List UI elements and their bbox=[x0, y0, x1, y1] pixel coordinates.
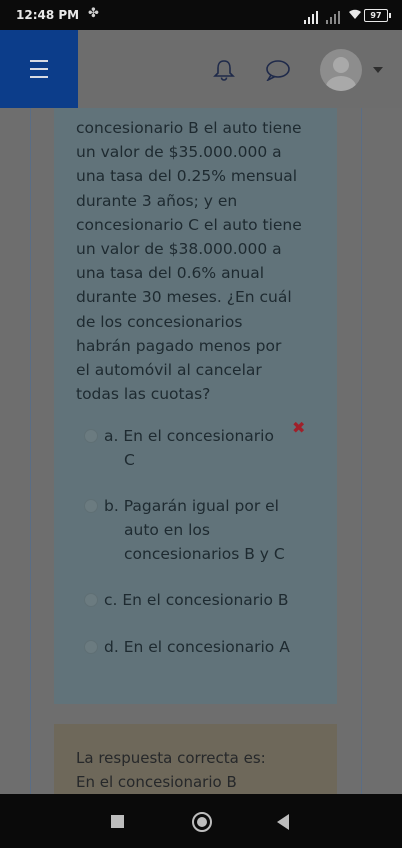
hamburger-icon bbox=[30, 57, 48, 81]
radio-option-d[interactable] bbox=[84, 640, 98, 654]
main-content: concesionario B el auto tiene un valor de… bbox=[0, 108, 402, 794]
wifi-icon bbox=[349, 9, 361, 19]
battery-icon: 97 bbox=[364, 9, 391, 22]
system-nav-bar bbox=[0, 794, 402, 848]
status-bar: 12:48 PM ✤ 97 bbox=[0, 0, 402, 30]
triangle-back-icon[interactable] bbox=[277, 814, 289, 830]
correct-answer-label: La respuesta correcta es: bbox=[76, 749, 266, 767]
question-line: de los concesionarios bbox=[76, 312, 243, 331]
question-line: habrán pagado menos por bbox=[76, 336, 282, 355]
app-header bbox=[0, 30, 402, 108]
feedback-panel: La respuesta correcta es: En el concesio… bbox=[54, 724, 337, 794]
question-text: concesionario B el auto tiene un valor de… bbox=[76, 116, 332, 406]
circle-icon[interactable] bbox=[192, 812, 212, 832]
question-panel: concesionario B el auto tiene un valor de… bbox=[54, 108, 337, 704]
option-d-label: d. En el concesionario A bbox=[104, 638, 290, 656]
question-line: concesionario C el auto tiene bbox=[76, 215, 302, 234]
question-line: el automóvil al cancelar bbox=[76, 361, 262, 380]
user-avatar-icon[interactable] bbox=[320, 49, 362, 91]
question-line: un valor de $38.000.000 a bbox=[76, 240, 282, 259]
menu-button[interactable] bbox=[0, 30, 78, 108]
question-line: concesionario B el auto tiene bbox=[76, 119, 302, 137]
option-c-label: c. En el concesionario B bbox=[104, 591, 289, 609]
correct-answer-text: En el concesionario B bbox=[76, 773, 237, 791]
chevron-down-icon[interactable] bbox=[373, 67, 383, 73]
radio-option-c[interactable] bbox=[84, 593, 98, 607]
bell-icon[interactable] bbox=[213, 59, 235, 81]
chat-bubble-icon[interactable] bbox=[265, 59, 291, 81]
option-a-label: a. En el concesionario C bbox=[104, 427, 274, 470]
radio-option-a[interactable] bbox=[84, 429, 98, 443]
radio-option-b[interactable] bbox=[84, 499, 98, 513]
wrong-answer-icon: ✖ bbox=[292, 418, 306, 437]
question-line: durante 30 meses. ¿En cuál bbox=[76, 288, 292, 307]
square-icon[interactable] bbox=[111, 815, 124, 828]
question-line: durante 3 años; y en bbox=[76, 191, 238, 210]
status-time: 12:48 PM bbox=[16, 8, 80, 22]
option-b-label: b. Pagarán igual por el auto en los conc… bbox=[104, 497, 285, 564]
signal-icon bbox=[304, 11, 340, 24]
question-line: una tasa del 0.25% mensual bbox=[76, 167, 298, 186]
question-line: un valor de $35.000.000 a bbox=[76, 143, 282, 162]
question-line: una tasa del 0.6% anual bbox=[76, 264, 265, 283]
fan-icon: ✤ bbox=[88, 6, 99, 21]
question-line: todas las cuotas? bbox=[76, 385, 211, 404]
